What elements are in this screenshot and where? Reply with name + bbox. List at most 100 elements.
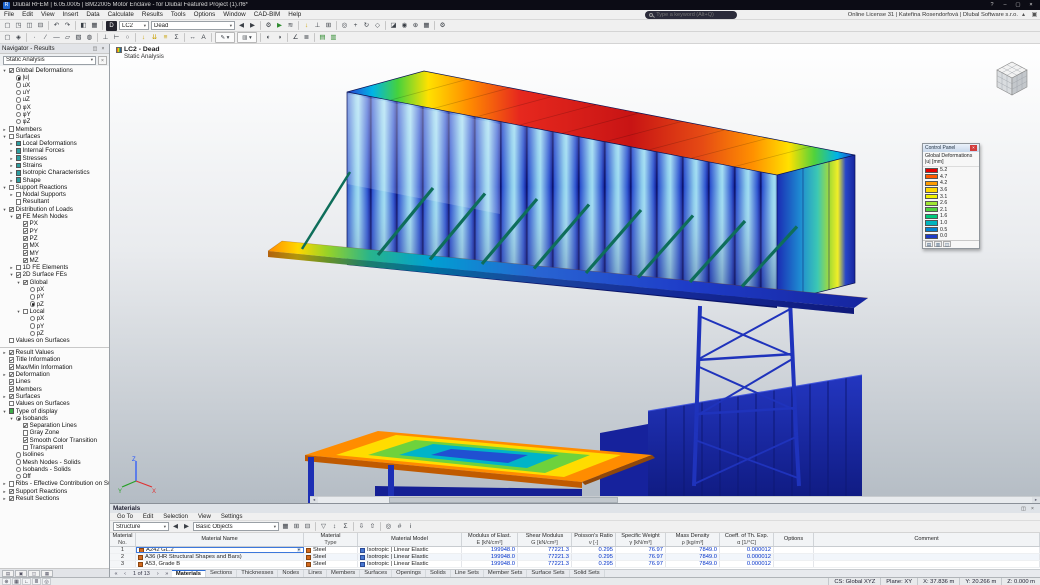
specific-weight-cell[interactable]: 76.97 [616,554,666,560]
scroll-right-icon[interactable]: ▸ [1032,496,1040,503]
table-tab[interactable]: Members [327,570,361,577]
close-navigator-icon[interactable]: × [99,46,107,52]
navigator-tab-results[interactable]: ▦ [41,570,53,577]
tree-checkbox[interactable] [15,415,21,422]
tree-item[interactable]: ▾ FE Mesh Nodes [0,213,109,220]
tree-item[interactable]: ▸ Isotropic Characteristics [0,169,109,176]
tree-checkbox[interactable] [15,177,21,183]
tree-checkbox[interactable] [22,308,28,315]
tree-item[interactable]: MZ [0,257,109,264]
color-scale-combo[interactable]: ▥ ▾ [237,32,257,43]
tree-expander-icon[interactable]: ▾ [2,206,7,213]
pin-icon[interactable]: ◫ [91,46,99,52]
poisson-ratio-cell[interactable]: 0.295 [572,547,616,553]
new-file-icon[interactable]: ▢ [2,20,13,31]
tree-expander-icon[interactable]: ▸ [9,264,14,271]
tree-checkbox[interactable] [8,126,14,132]
tree-expander-icon[interactable]: ▾ [9,415,14,422]
collapse-ribbon-icon[interactable]: ▴ [1018,11,1029,18]
export-icon[interactable]: ⇧ [367,521,378,532]
tree-checkbox[interactable] [15,452,21,458]
tree-item[interactable]: ▸ Local Deformations [0,140,109,147]
separator[interactable] [260,33,261,42]
poisson-ratio-cell[interactable]: 0.295 [572,554,616,560]
tree-expander-icon[interactable]: ▸ [9,162,14,169]
object-snap-toggle-icon[interactable]: ◎ [42,578,51,585]
column-header[interactable]: Options [774,533,814,546]
tree-checkbox[interactable] [22,257,28,264]
table-tab[interactable]: Sections [206,570,238,577]
table-tab[interactable]: Member Sets [484,570,528,577]
prev-table-icon[interactable]: ◀ [170,521,181,532]
measure-icon[interactable]: ∠ [290,32,301,43]
tree-expander-icon[interactable]: ▸ [2,371,7,378]
menu-item[interactable]: Calculate [104,10,138,19]
tree-expander-icon[interactable]: ▸ [9,169,14,176]
tree-checkbox[interactable] [22,422,28,429]
table-tab[interactable]: Surfaces [360,570,393,577]
navigator-tab-display[interactable]: ▣ [15,570,27,577]
tree-expander-icon[interactable]: ▾ [2,67,7,74]
menu-item[interactable]: View [37,10,59,19]
tree-item[interactable]: ▾ Distribution of Loads [0,206,109,213]
fe-mesh-icon[interactable]: ⊞ [323,20,334,31]
table-row[interactable]: 3 A53, Grade B ▾ Steel [110,561,1040,568]
tree-checkbox[interactable] [8,371,14,378]
tree-checkbox[interactable] [8,206,14,213]
visibility-icon[interactable]: ◉ [399,20,410,31]
table-menu-item[interactable]: View [193,514,216,520]
tree-expander-icon[interactable]: ▾ [2,133,7,140]
table-tab[interactable]: Solid Sets [570,570,605,577]
options-cell[interactable] [774,561,814,567]
nodal-load-icon[interactable]: ↓ [138,32,149,43]
tree-checkbox[interactable] [15,191,21,198]
shear-modulus-cell[interactable]: 77221.3 [518,561,572,567]
material-name-cell[interactable]: A53, Grade B ▾ [136,561,304,567]
table-menu-item[interactable]: Settings [216,514,248,520]
select-objects-icon[interactable]: ▢ [2,32,13,43]
info-icon[interactable]: i [405,521,416,532]
thermal-expansion-cell[interactable]: 0.000012 [720,554,774,560]
options-cell[interactable] [774,554,814,560]
row-number-cell[interactable]: 3 [110,561,136,567]
tree-item[interactable]: ▾ Isobands [0,415,109,422]
separator[interactable] [287,33,288,42]
load-case-combo[interactable]: LC2 ▾ [119,21,149,30]
table-tab[interactable]: Lines [304,570,328,577]
tree-checkbox[interactable] [8,364,14,370]
text-annotation-icon[interactable]: A [198,32,209,43]
menu-item[interactable]: Results [138,10,167,19]
tree-item[interactable]: Isolines [0,451,109,458]
select-special-icon[interactable]: ◈ [13,32,24,43]
tree-item[interactable]: |u| [0,74,109,81]
tree-checkbox[interactable] [15,459,21,465]
dock-icon[interactable]: ◫ [1019,506,1028,512]
line-support-icon[interactable]: ⊢ [111,32,122,43]
tree-expander-icon[interactable]: ▾ [16,308,21,315]
tree-item[interactable]: MY [0,249,109,257]
tree-checkbox[interactable] [15,155,21,161]
table-tab[interactable]: Materials [171,570,206,577]
transparency-icon[interactable]: ◑ [274,32,285,43]
tree-item[interactable]: φX [0,103,109,111]
column-header[interactable]: Material Type [304,533,358,546]
separator[interactable] [97,33,98,42]
tree-checkbox[interactable] [29,286,35,293]
scroll-thumb[interactable] [389,497,618,503]
tree-checkbox[interactable] [15,213,21,220]
tree-item[interactable]: uX [0,82,109,89]
tree-checkbox[interactable] [29,294,35,300]
separator[interactable] [135,33,136,42]
node-icon[interactable]: ∙ [29,32,40,43]
separator[interactable] [314,33,315,42]
prev-table-page-icon[interactable]: ‹ [121,571,129,577]
line-icon[interactable]: ∕ [40,32,51,43]
tree-item[interactable]: Resultant [0,198,109,205]
horizontal-scrollbar[interactable]: ◂ ▸ [310,496,1040,503]
3d-viewport[interactable]: LC2 - Dead Static Analysis Control Panel… [110,44,1040,503]
analysis-combo[interactable]: Static Analysis ▾ [3,55,96,65]
material-name-cell[interactable]: A36 (HR Structural Shapes and Bars) ▾ [136,554,304,560]
separator[interactable] [315,522,316,531]
mass-density-cell[interactable]: 7849.0 [666,554,720,560]
modulus-cell[interactable]: 199948.0 [462,554,518,560]
